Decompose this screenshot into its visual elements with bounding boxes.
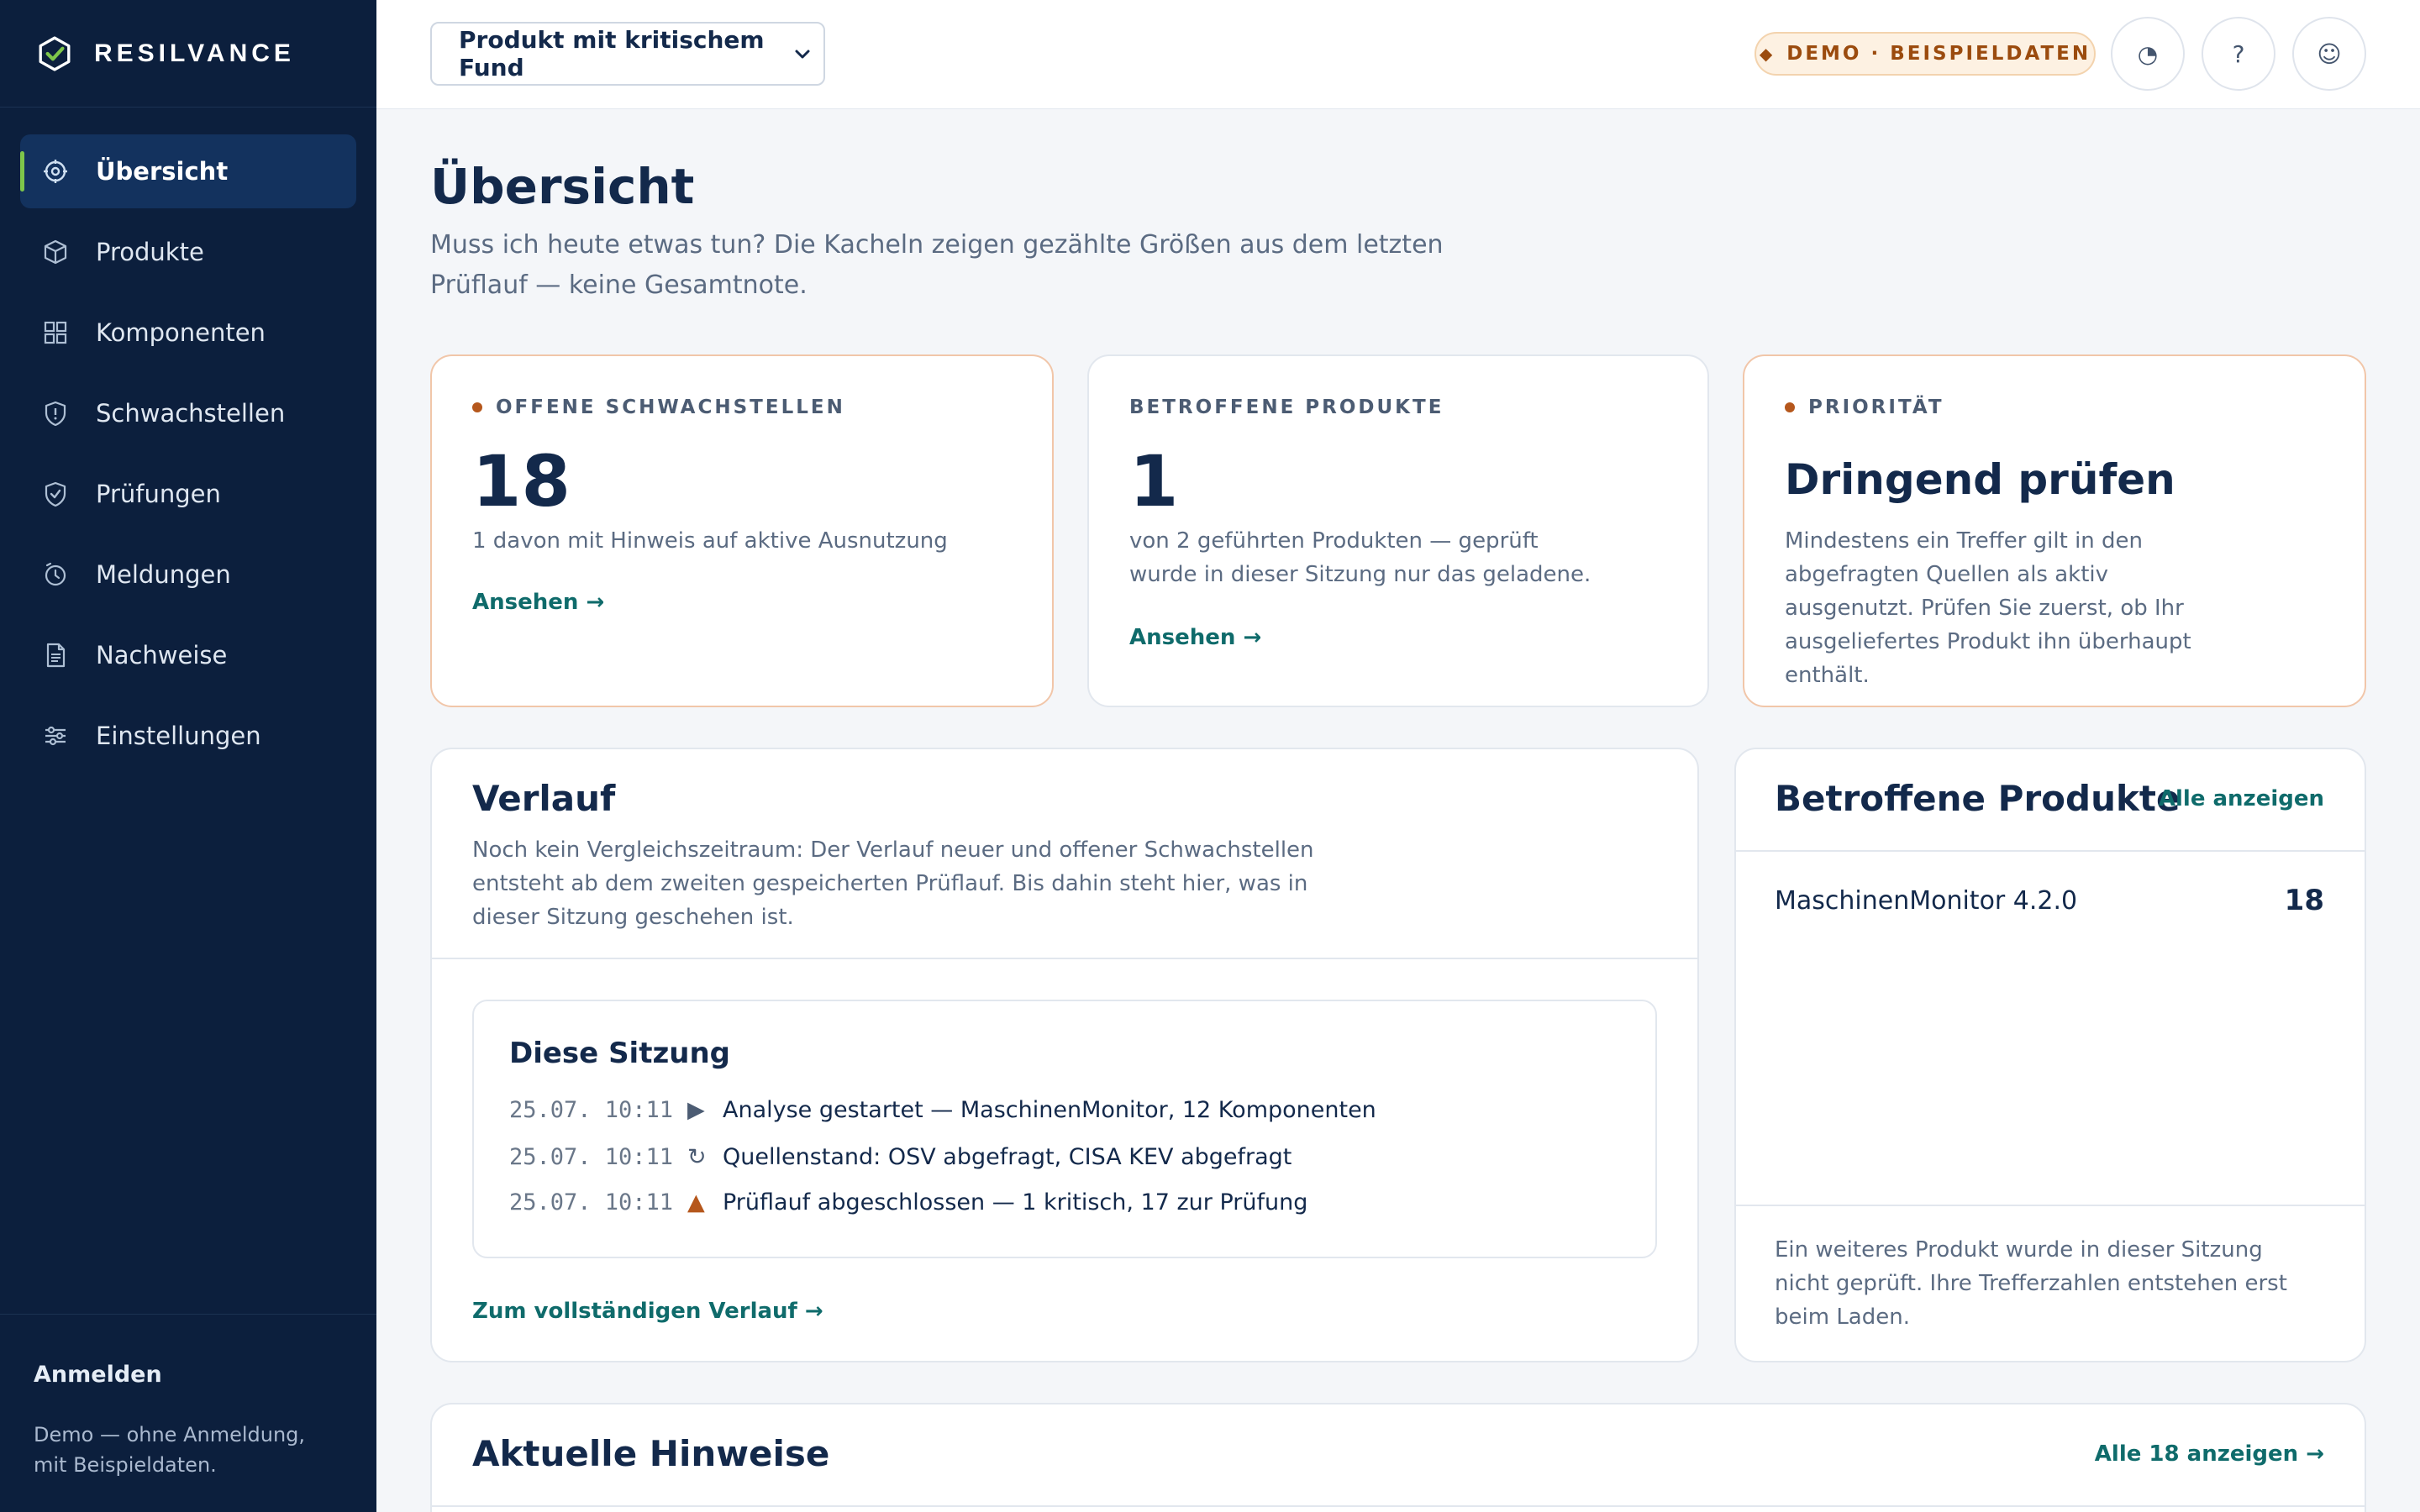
page-title: Übersicht: [430, 158, 695, 215]
log-text: Prüflauf abgeschlossen — 1 kritisch, 17 …: [723, 1189, 1308, 1215]
status-dot: [1785, 402, 1795, 412]
log-time: 25.07. 10:11: [509, 1097, 674, 1123]
demo-badge-label: DEMO · BEISPIELDATEN: [1786, 43, 2091, 65]
nav-label: Komponenten: [96, 318, 266, 347]
log-text: Quellenstand: OSV abgefragt, CISA KEV ab…: [723, 1144, 1292, 1170]
affected-products-title: Betroffene Produkte: [1775, 778, 2181, 819]
document-icon: [40, 640, 71, 670]
kpi-open-vulnerabilities: OFFENE SCHWACHSTELLEN 18 1 davon mit Hin…: [430, 354, 1054, 707]
demo-badge: ◆ DEMO · BEISPIELDATEN: [1754, 32, 2096, 76]
product-row[interactable]: MaschinenMonitor 4.2.0 18: [1775, 884, 2324, 917]
theme-button[interactable]: ◔: [2111, 17, 2185, 91]
play-icon: ▶: [687, 1097, 705, 1123]
divider: [432, 1505, 2365, 1507]
logo-icon: [39, 35, 71, 71]
kpi-label: OFFENE SCHWACHSTELLEN: [472, 396, 845, 418]
kpi-value: 1: [1129, 440, 1179, 522]
kpi-label-text: BETROFFENE PRODUKTE: [1129, 396, 1444, 418]
kpi-open-link[interactable]: Ansehen →: [472, 590, 604, 615]
kpi-label: PRIORITÄT: [1785, 396, 1944, 418]
priority-description: Mindestens ein Treffer gilt in den abgef…: [1785, 528, 2191, 688]
log-text: Analyse gestartet — MaschinenMonitor, 12…: [723, 1097, 1376, 1123]
affected-products-note: Ein weiteres Produkt wurde in dieser Sit…: [1775, 1237, 2287, 1330]
nav-item-meldungen[interactable]: Meldungen: [20, 538, 356, 612]
grid-icon: [40, 318, 71, 348]
product-count: 18: [2284, 884, 2324, 917]
product-select-value: Produkt mit kritischem Fund: [459, 26, 765, 81]
sidebar-footer: Anmelden Demo — ohne Anmeldung, mit Beis…: [0, 1314, 376, 1512]
nav-label: Produkte: [96, 238, 204, 266]
log-entry: 25.07. 10:11 ▲ Prüflauf abgeschlossen — …: [509, 1189, 1307, 1215]
diamond-icon: ◆: [1759, 44, 1776, 64]
theme-icon: ◔: [2137, 39, 2159, 68]
box-icon: [40, 237, 71, 267]
nav-item-nachweise[interactable]: Nachweise: [20, 618, 356, 692]
history-title: Verlauf: [472, 778, 616, 819]
overview-icon: [40, 156, 71, 186]
session-log: Diese Sitzung 25.07. 10:11 ▶ Analyse ges…: [472, 1000, 1657, 1258]
kpi-description: 1 davon mit Hinweis auf aktive Ausnutzun…: [472, 528, 948, 554]
product-select[interactable]: Produkt mit kritischem Fund: [430, 22, 825, 86]
product-name: MaschinenMonitor 4.2.0: [1775, 885, 2078, 916]
history-text: Noch kein Vergleichszeitraum: Der Verlau…: [472, 837, 1314, 930]
nav-label: Übersicht: [96, 157, 229, 186]
log-entry: 25.07. 10:11 ↻ Quellenstand: OSV abgefra…: [509, 1144, 1292, 1170]
sidebar: RESILVANCE Übersicht Produkte Komponente…: [0, 0, 376, 1512]
kpi-affected-link[interactable]: Ansehen →: [1129, 625, 1261, 650]
kpi-label-text: PRIORITÄT: [1808, 396, 1944, 418]
sliders-icon: [40, 721, 71, 751]
nav-label: Meldungen: [96, 560, 231, 589]
shield-alert-icon: [40, 398, 71, 428]
kpi-description: von 2 geführten Produkten — geprüft wurd…: [1129, 528, 1591, 587]
status-dot: [472, 402, 482, 412]
clock-icon: [40, 559, 71, 590]
brand[interactable]: RESILVANCE: [0, 0, 376, 108]
priority-title: Dringend prüfen: [1785, 455, 2175, 504]
refresh-icon: ↻: [687, 1144, 707, 1170]
kpi-label-text: OFFENE SCHWACHSTELLEN: [496, 396, 845, 418]
topbar: Produkt mit kritischem Fund ◆ DEMO · BEI…: [376, 0, 2420, 109]
show-all-notices-link[interactable]: Alle 18 anzeigen →: [2095, 1441, 2324, 1467]
kpi-label: BETROFFENE PRODUKTE: [1129, 396, 1444, 418]
nav-label: Prüfungen: [96, 480, 221, 508]
notices-card: Aktuelle Hinweise Alle 18 anzeigen →: [430, 1403, 2366, 1512]
help-icon: ?: [2232, 39, 2245, 68]
main-nav: Übersicht Produkte Komponenten Schwachst…: [0, 108, 376, 773]
log-time: 25.07. 10:11: [509, 1144, 674, 1170]
divider: [432, 958, 1697, 959]
help-button[interactable]: ?: [2202, 17, 2275, 91]
nav-label: Einstellungen: [96, 722, 261, 750]
page-subtitle: Muss ich heute etwas tun? Die Kacheln ze…: [430, 230, 1444, 300]
nav-item-uebersicht[interactable]: Übersicht: [20, 134, 356, 208]
nav-label: Nachweise: [96, 641, 228, 669]
nav-item-pruefungen[interactable]: Prüfungen: [20, 457, 356, 531]
history-card: Verlauf Noch kein Vergleichszeitraum: De…: [430, 748, 1699, 1362]
kpi-value: 18: [472, 440, 571, 522]
nav-item-komponenten[interactable]: Komponenten: [20, 296, 356, 370]
session-title: Diese Sitzung: [509, 1037, 731, 1070]
user-button[interactable]: ☺: [2292, 17, 2366, 91]
user-icon: ☺: [2317, 39, 2342, 68]
divider: [1736, 850, 2365, 852]
full-history-link[interactable]: Zum vollständigen Verlauf →: [472, 1299, 823, 1324]
login-link[interactable]: Anmelden: [34, 1362, 343, 1388]
demo-note: Demo — ohne Anmeldung, mit Beispieldaten…: [34, 1423, 306, 1477]
brand-name: RESILVANCE: [94, 39, 295, 67]
shield-check-icon: [40, 479, 71, 509]
chevron-down-icon: [795, 50, 810, 59]
affected-products-card: Betroffene Produkte Alle anzeigen Maschi…: [1734, 748, 2366, 1362]
nav-item-produkte[interactable]: Produkte: [20, 215, 356, 289]
nav-item-einstellungen[interactable]: Einstellungen: [20, 699, 356, 773]
notices-title: Aktuelle Hinweise: [472, 1433, 830, 1474]
log-entry: 25.07. 10:11 ▶ Analyse gestartet — Masch…: [509, 1097, 1376, 1123]
divider: [1736, 1205, 2365, 1206]
warning-icon: ▲: [687, 1189, 705, 1215]
show-all-products-link[interactable]: Alle anzeigen: [2159, 786, 2324, 811]
log-time: 25.07. 10:11: [509, 1189, 674, 1215]
nav-item-schwachstellen[interactable]: Schwachstellen: [20, 376, 356, 450]
nav-label: Schwachstellen: [96, 399, 286, 428]
kpi-priority: PRIORITÄT Dringend prüfen Mindestens ein…: [1743, 354, 2366, 707]
kpi-affected-products: BETROFFENE PRODUKTE 1 von 2 geführten Pr…: [1087, 354, 1709, 707]
